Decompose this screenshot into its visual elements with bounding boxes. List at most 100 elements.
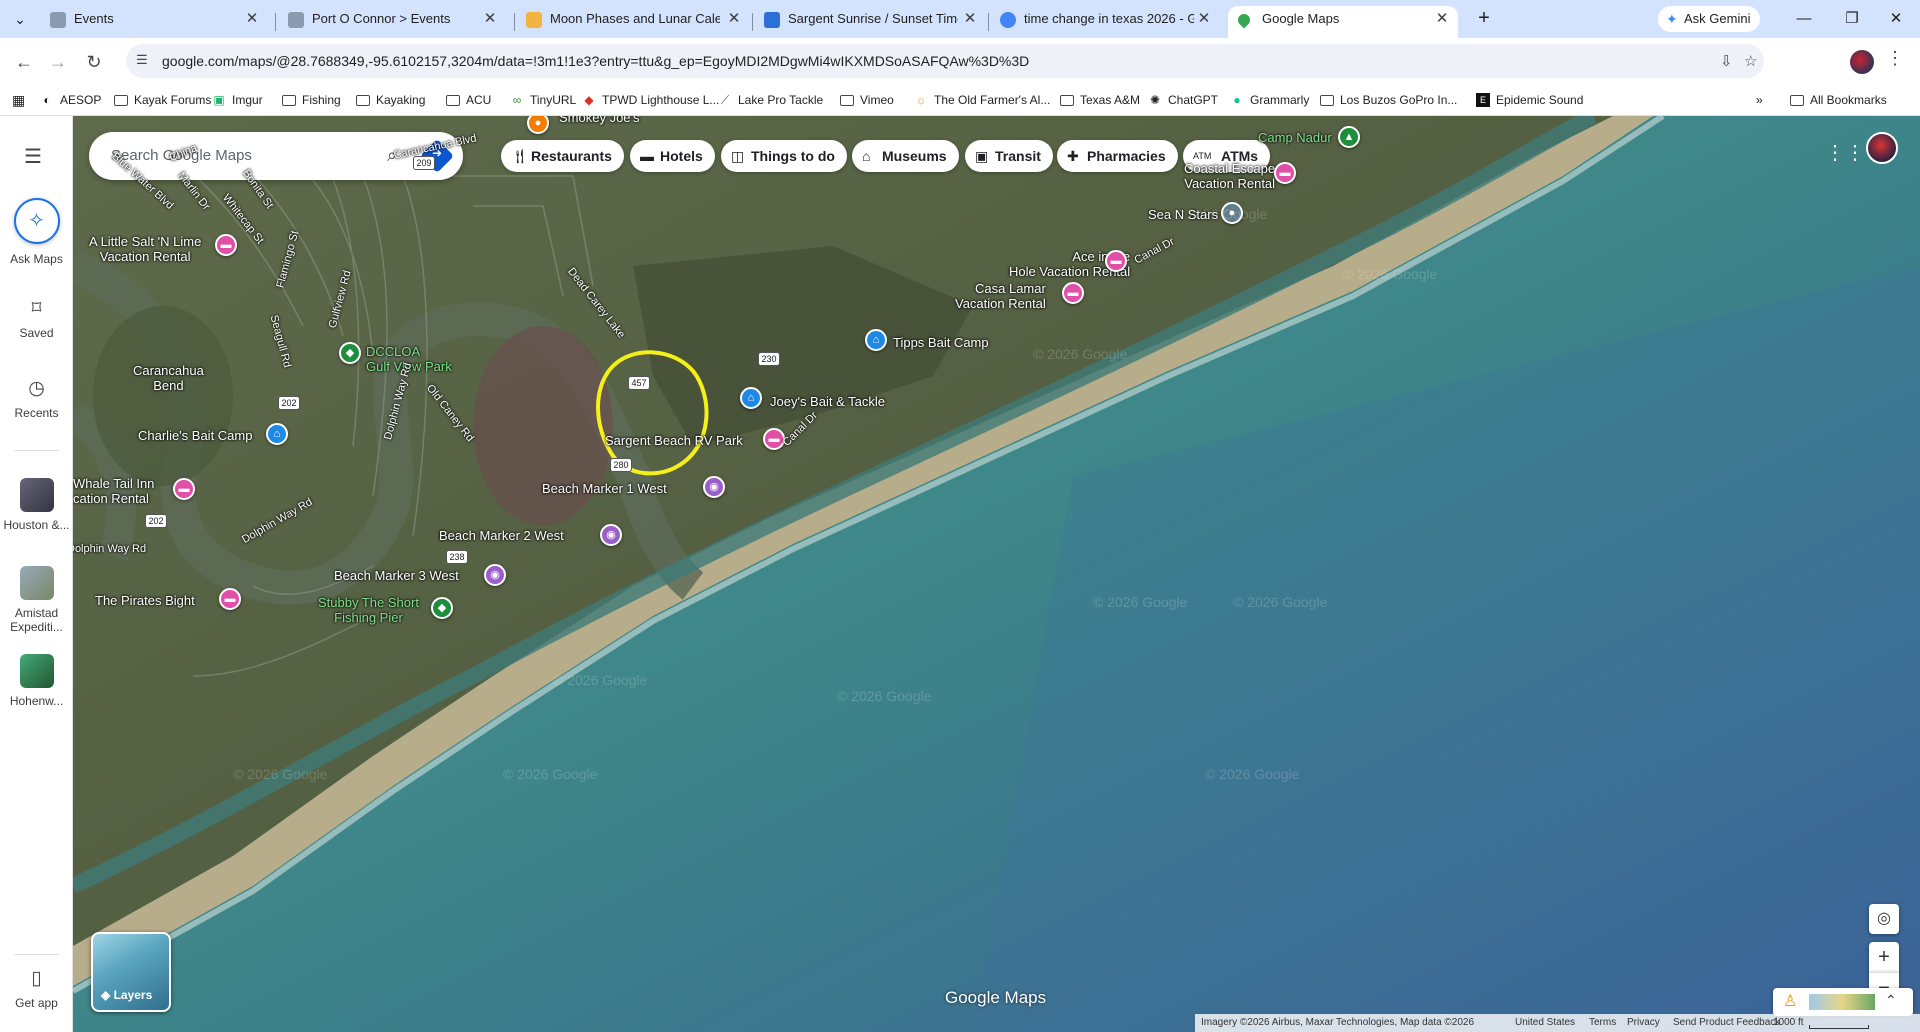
- bookmark-texas-am[interactable]: Texas A&M: [1060, 84, 1140, 116]
- place-label-tipps-bait-camp[interactable]: Tipps Bait Camp: [893, 335, 989, 350]
- ask-maps-button[interactable]: ✧ Ask Maps: [0, 198, 73, 266]
- account-avatar[interactable]: [1866, 132, 1898, 164]
- bookmark-old-farmers[interactable]: ☼ The Old Farmer's Al...: [914, 84, 1051, 116]
- place-label-beach-marker-2[interactable]: Beach Marker 2 West: [439, 528, 564, 543]
- close-icon[interactable]: ✕: [242, 6, 262, 32]
- place-label-whale-tail-inn[interactable]: Whale Tail Inn cation Rental: [73, 476, 154, 506]
- bookmark-chatgpt[interactable]: ✺ ChatGPT: [1148, 84, 1218, 116]
- ask-gemini-button[interactable]: ✦ Ask Gemini: [1658, 6, 1761, 32]
- address-url[interactable]: google.com/maps/@28.7688349,-95.6102157,…: [162, 44, 1029, 78]
- country-link[interactable]: United States: [1515, 1014, 1575, 1032]
- tab-search-dropdown-icon[interactable]: ⌄: [6, 7, 34, 31]
- tab-sargent-sunrise[interactable]: Sargent Sunrise / Sunset Times ✕: [754, 6, 986, 38]
- tab-events[interactable]: Events ✕: [40, 6, 268, 38]
- all-bookmarks-folder[interactable]: All Bookmarks: [1790, 84, 1887, 116]
- get-app-button[interactable]: ▯ Get app: [0, 968, 73, 1010]
- lodging-pin-icon[interactable]: ▬: [173, 478, 195, 500]
- privacy-link[interactable]: Privacy: [1627, 1014, 1660, 1032]
- tab-port-o-connor[interactable]: Port O Connor > Events ✕: [278, 6, 506, 38]
- place-label-beach-marker-3[interactable]: Beach Marker 3 West: [334, 568, 459, 583]
- map-canvas[interactable]: Search Google Maps ⌕ ➜ 🍴︎ Restaurants ▬ Ho…: [73, 116, 1920, 1032]
- more-bookmarks-icon[interactable]: »: [1756, 84, 1763, 116]
- close-icon[interactable]: ✕: [1432, 6, 1452, 32]
- landmark-pin-icon[interactable]: ◉: [703, 476, 725, 498]
- campground-pin-icon[interactable]: ▲: [1338, 126, 1360, 148]
- chip-restaurants[interactable]: 🍴︎ Restaurants: [501, 140, 624, 172]
- apps-grid-icon[interactable]: ▦: [12, 84, 25, 116]
- zoom-in-button[interactable]: +: [1869, 942, 1899, 972]
- recent-place-hohenw[interactable]: Hohenw...: [0, 654, 73, 708]
- bookmark-grammarly[interactable]: ● Grammarly: [1230, 84, 1309, 116]
- tab-moon-phases[interactable]: Moon Phases and Lunar Calend ✕: [516, 6, 750, 38]
- recents-button[interactable]: ◷ Recents: [0, 378, 73, 420]
- place-label-camp-nadur[interactable]: Camp Nadur: [1258, 130, 1332, 145]
- bookmark-lake-pro-tackle[interactable]: ⟋ Lake Pro Tackle: [718, 84, 823, 116]
- chip-museums[interactable]: ⌂ Museums: [852, 140, 959, 172]
- recent-place-houston[interactable]: Houston &...: [0, 478, 73, 532]
- tab-google-search[interactable]: time change in texas 2026 - Go ✕: [990, 6, 1220, 38]
- address-bar[interactable]: ☰ google.com/maps/@28.7688349,-95.610215…: [126, 44, 1764, 78]
- lodging-pin-icon[interactable]: ▬: [215, 234, 237, 256]
- expand-chevron-icon[interactable]: ⌃: [1885, 992, 1897, 1009]
- shopping-pin-icon[interactable]: ⌂: [740, 387, 762, 409]
- bookmark-fishing[interactable]: Fishing: [282, 84, 341, 116]
- scale-label[interactable]: 1000 ft: [1773, 1014, 1804, 1032]
- lodging-pin-icon[interactable]: ▬: [219, 588, 241, 610]
- browser-menu-icon[interactable]: ⋮: [1886, 48, 1904, 69]
- landmark-pin-icon[interactable]: ◉: [484, 564, 506, 586]
- site-info-icon[interactable]: ☰: [136, 52, 154, 70]
- bookmark-los-buzos[interactable]: Los Buzos GoPro In...: [1320, 84, 1457, 116]
- bookmark-imgur[interactable]: ▣ Imgur: [212, 84, 262, 116]
- bookmark-kayaking[interactable]: Kayaking: [356, 84, 425, 116]
- bookmark-aesop[interactable]: ◐ AESOP: [40, 84, 101, 116]
- close-icon[interactable]: ✕: [480, 6, 500, 32]
- tab-google-maps[interactable]: Google Maps ✕: [1228, 6, 1458, 38]
- close-window-button[interactable]: ✕: [1876, 8, 1916, 30]
- park-pin-icon[interactable]: ◆: [339, 342, 361, 364]
- close-icon[interactable]: ✕: [1194, 6, 1214, 32]
- place-label-stubby-pier[interactable]: Stubby The Short Fishing Pier: [318, 595, 419, 625]
- terms-link[interactable]: Terms: [1589, 1014, 1616, 1032]
- shopping-pin-icon[interactable]: ⌂: [865, 329, 887, 351]
- place-label-sargent-beach-rv-park[interactable]: Sargent Beach RV Park: [605, 433, 743, 448]
- park-pin-icon[interactable]: ◆: [431, 597, 453, 619]
- bookmark-acu[interactable]: ACU: [446, 84, 491, 116]
- landmark-pin-icon[interactable]: ◉: [600, 524, 622, 546]
- bookmark-tinyurl[interactable]: ∞ TinyURL: [510, 84, 577, 116]
- place-label-beach-marker-1[interactable]: Beach Marker 1 West: [542, 481, 667, 496]
- send-feedback-link[interactable]: Send Product Feedback: [1673, 1014, 1780, 1032]
- layers-button[interactable]: ◈ Layers: [91, 932, 171, 1012]
- bookmark-epidemic-sound[interactable]: E Epidemic Sound: [1476, 84, 1583, 116]
- place-label-smokey-joes[interactable]: Smokey Joe's: [559, 116, 640, 125]
- chip-hotels[interactable]: ▬ Hotels: [630, 140, 715, 172]
- reload-button[interactable]: ↻: [80, 48, 108, 76]
- forward-button[interactable]: →: [44, 48, 72, 76]
- minimize-button[interactable]: —: [1784, 8, 1824, 30]
- chip-pharmacies[interactable]: ✚ Pharmacies: [1057, 140, 1178, 172]
- shopping-pin-icon[interactable]: ⌂: [266, 423, 288, 445]
- lodging-pin-icon[interactable]: ▬: [1274, 162, 1296, 184]
- chip-transit[interactable]: ▣ Transit: [965, 140, 1053, 172]
- place-label-joeys-bait-tackle[interactable]: Joey's Bait & Tackle: [770, 394, 885, 409]
- lodging-pin-icon[interactable]: ▬: [1062, 282, 1084, 304]
- new-tab-button[interactable]: +: [1470, 6, 1498, 32]
- close-icon[interactable]: ✕: [960, 6, 980, 32]
- my-location-button[interactable]: ◎: [1869, 904, 1899, 934]
- install-app-icon[interactable]: ⇩: [1720, 52, 1733, 70]
- place-label-charlies-bait-camp[interactable]: Charlie's Bait Camp: [138, 428, 252, 443]
- menu-icon[interactable]: ☰: [24, 144, 42, 169]
- close-icon[interactable]: ✕: [724, 6, 744, 32]
- chip-things-to-do[interactable]: ◫ Things to do: [721, 140, 847, 172]
- place-label-a-little-salt[interactable]: A Little Salt 'N Lime Vacation Rental: [89, 234, 201, 264]
- bookmark-star-icon[interactable]: ☆: [1744, 52, 1757, 70]
- imagery-thumbnails[interactable]: [1809, 994, 1875, 1010]
- place-label-pirates-bight[interactable]: The Pirates Bight: [95, 593, 195, 608]
- lodging-pin-icon[interactable]: ▬: [1105, 250, 1127, 272]
- bookmark-tpwd-lighthouse[interactable]: ◆ TPWD Lighthouse L...: [582, 84, 719, 116]
- recent-place-amistad[interactable]: Amistad Expediti...: [0, 566, 73, 634]
- saved-button[interactable]: ⌑ Saved: [0, 298, 73, 340]
- place-label-coastal-escape[interactable]: Coastal Escape Vacation Rental: [1184, 161, 1275, 191]
- profile-avatar[interactable]: [1850, 50, 1874, 74]
- bookmark-vimeo[interactable]: Vimeo: [840, 84, 894, 116]
- place-label-casa-lamar[interactable]: Casa Lamar Vacation Rental: [953, 281, 1046, 311]
